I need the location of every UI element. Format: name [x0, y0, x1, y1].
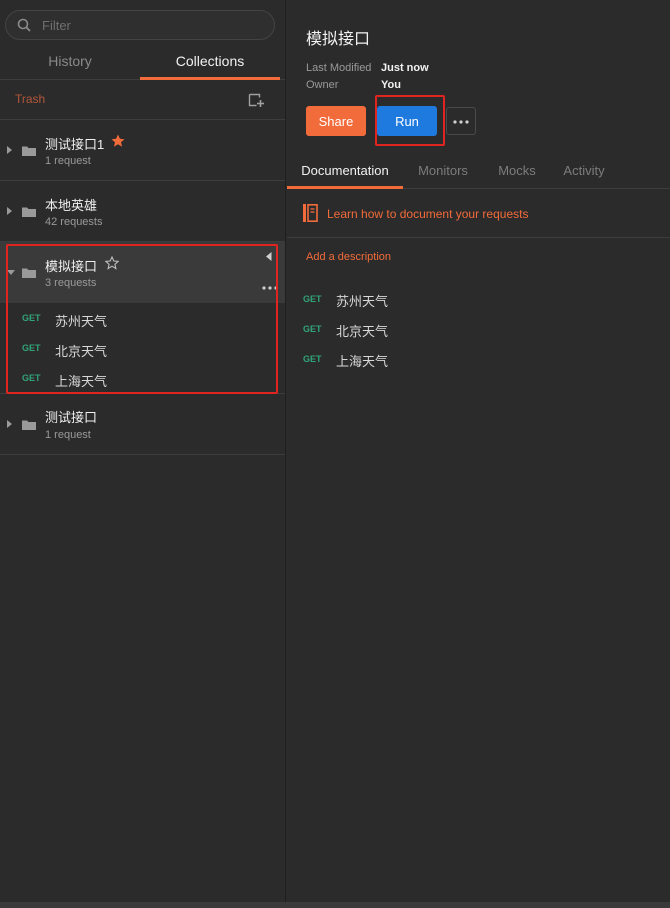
request-name: 北京天气: [336, 324, 389, 339]
add-description-link[interactable]: Add a description: [306, 251, 391, 263]
request-name: 北京天气: [55, 344, 108, 359]
method-badge: GET: [303, 294, 322, 304]
collection-name: 本地英雄: [45, 198, 98, 213]
documentation-tip: Learn how to document your requests: [287, 190, 670, 238]
tab-documentation[interactable]: Documentation: [287, 155, 403, 189]
collection-detail-panel: 模拟接口 Last Modified Just now Owner You Sh…: [287, 0, 670, 902]
learn-documentation-link[interactable]: Learn how to document your requests: [327, 207, 528, 221]
caret-down-icon[interactable]: [7, 270, 15, 275]
method-badge: GET: [22, 343, 41, 353]
collection-item[interactable]: 测试接口1 1 request: [0, 120, 285, 181]
method-badge: GET: [303, 354, 322, 364]
filter-box[interactable]: [5, 10, 275, 40]
tab-activity[interactable]: Activity: [557, 155, 611, 189]
collection-request-count: 42 requests: [45, 216, 103, 228]
request-name: 上海天气: [336, 354, 389, 369]
sidebar: History Collections Trash 测试接口1 1 reques…: [0, 0, 286, 902]
more-options-button[interactable]: [446, 107, 476, 135]
request-item[interactable]: GET 北京天气: [0, 334, 285, 364]
star-filled-icon[interactable]: [111, 134, 125, 148]
collection-header-selected[interactable]: [0, 242, 285, 303]
request-item[interactable]: GET 苏州天气: [0, 304, 285, 334]
collapse-panel-button[interactable]: [255, 243, 285, 271]
collection-item[interactable]: 测试接口 1 request: [0, 394, 285, 455]
collection-name: 模拟接口: [45, 259, 98, 274]
run-button[interactable]: Run: [377, 106, 437, 136]
sidebar-tabs: History Collections: [0, 44, 285, 80]
star-outline-icon[interactable]: [105, 256, 119, 270]
meta-value: You: [381, 79, 401, 91]
method-badge: GET: [303, 324, 322, 334]
collection-more-button[interactable]: [255, 273, 285, 303]
folder-icon: [22, 207, 36, 217]
collection-item-expanded[interactable]: 模拟接口 3 requests GET 苏州天气 GET 北京天气 GET 上海…: [0, 242, 285, 394]
tab-collections[interactable]: Collections: [140, 44, 280, 80]
trash-bar: Trash: [0, 80, 285, 120]
collection-item[interactable]: 本地英雄 42 requests: [0, 181, 285, 242]
collection-request-count: 3 requests: [45, 277, 97, 289]
tab-mocks[interactable]: Mocks: [491, 155, 543, 189]
request-item[interactable]: GET 上海天气: [287, 345, 670, 373]
request-name: 苏州天气: [55, 314, 108, 329]
caret-left-icon: [266, 252, 272, 261]
status-bar: [0, 902, 670, 908]
caret-right-icon[interactable]: [7, 207, 12, 215]
meta-label: Owner: [306, 79, 339, 91]
collection-request-count: 1 request: [45, 429, 91, 441]
detail-tabs: Documentation Monitors Mocks Activity: [287, 155, 670, 189]
folder-icon: [22, 268, 36, 278]
request-item[interactable]: GET 北京天气: [287, 315, 670, 343]
search-icon: [17, 18, 31, 32]
request-item[interactable]: GET 苏州天气: [287, 285, 670, 313]
tab-history[interactable]: History: [0, 44, 140, 80]
folder-icon: [22, 420, 36, 430]
more-dots-icon: [262, 286, 278, 290]
caret-right-icon[interactable]: [7, 420, 12, 428]
meta-value: Just now: [381, 62, 429, 74]
request-name: 上海天气: [55, 374, 108, 389]
more-dots-icon: [453, 120, 469, 124]
collection-name: 测试接口: [45, 410, 98, 425]
tab-monitors[interactable]: Monitors: [409, 155, 477, 189]
meta-label: Last Modified: [306, 62, 372, 74]
collection-name: 测试接口1: [45, 137, 105, 152]
share-button[interactable]: Share: [306, 106, 366, 136]
trash-link[interactable]: Trash: [15, 92, 45, 106]
folder-icon: [22, 146, 36, 156]
filter-input[interactable]: [42, 16, 262, 34]
document-icon: [303, 204, 318, 222]
caret-right-icon[interactable]: [7, 146, 12, 154]
collection-request-count: 1 request: [45, 155, 91, 167]
page-title: 模拟接口: [306, 31, 371, 48]
new-collection-icon[interactable]: [248, 92, 265, 108]
request-name: 苏州天气: [336, 294, 389, 309]
method-badge: GET: [22, 373, 41, 383]
method-badge: GET: [22, 313, 41, 323]
request-item[interactable]: GET 上海天气: [0, 364, 285, 394]
